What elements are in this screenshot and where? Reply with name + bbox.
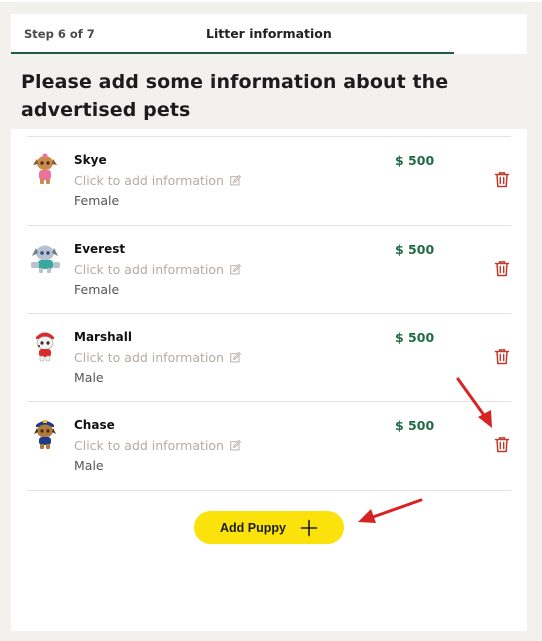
- tab-litter-information[interactable]: Litter information: [206, 26, 332, 41]
- pet-name: Chase: [74, 418, 115, 432]
- window-top-edge: [0, 0, 542, 2]
- wizard-tab-bar: Step 6 of 7 Litter information: [11, 14, 527, 54]
- pet-name: Marshall: [74, 330, 132, 344]
- edit-icon[interactable]: [230, 175, 241, 186]
- list-divider: [27, 490, 511, 491]
- annotation-arrow-to-add-puppy: [358, 498, 423, 523]
- add-puppy-label: Add Puppy: [220, 520, 286, 535]
- add-information-link[interactable]: Click to add information: [74, 262, 241, 277]
- add-information-link[interactable]: Click to add information: [74, 350, 241, 365]
- add-puppy-button[interactable]: Add Puppy: [194, 511, 344, 544]
- delete-trash-icon[interactable]: [494, 436, 510, 453]
- delete-trash-icon[interactable]: [494, 348, 510, 365]
- pet-price: $ 500: [395, 242, 435, 257]
- pet-gender: Female: [74, 193, 120, 208]
- delete-trash-icon[interactable]: [494, 171, 510, 188]
- edit-icon[interactable]: [230, 440, 241, 451]
- everest-avatar-icon: [31, 245, 60, 273]
- info-placeholder: Click to add information: [74, 350, 224, 365]
- add-information-link[interactable]: Click to add information: [74, 173, 241, 188]
- marshall-avatar-icon: [36, 332, 54, 362]
- edit-icon[interactable]: [230, 352, 241, 363]
- info-placeholder: Click to add information: [74, 173, 224, 188]
- pet-gender: Male: [74, 458, 104, 473]
- pet-name: Skye: [74, 153, 107, 167]
- pet-price: $ 500: [395, 153, 435, 168]
- add-information-link[interactable]: Click to add information: [74, 438, 241, 453]
- pet-price: $ 500: [395, 330, 435, 345]
- pet-row-marshall: Marshall Click to add information Male $…: [27, 313, 511, 402]
- info-placeholder: Click to add information: [74, 262, 224, 277]
- info-placeholder: Click to add information: [74, 438, 224, 453]
- page-title: Please add some information about the ad…: [21, 71, 449, 121]
- progress-underline: [11, 52, 454, 54]
- plus-icon: [300, 519, 318, 536]
- pet-price: $ 500: [395, 418, 435, 433]
- pet-row-everest: Everest Click to add information Female …: [27, 225, 511, 314]
- chase-avatar-icon: [34, 420, 56, 449]
- step-indicator: Step 6 of 7: [24, 27, 95, 41]
- pets-card: Skye Click to add information Female $ 5…: [11, 129, 527, 631]
- edit-icon[interactable]: [230, 264, 241, 275]
- annotation-arrow-to-delete: [456, 377, 492, 428]
- pet-gender: Male: [74, 370, 104, 385]
- skye-avatar-icon: [33, 153, 57, 184]
- pet-name: Everest: [74, 242, 126, 256]
- pet-row-skye: Skye Click to add information Female $ 5…: [27, 136, 511, 225]
- pet-gender: Female: [74, 282, 120, 297]
- delete-trash-icon[interactable]: [494, 260, 510, 277]
- pet-row-chase: Chase Click to add information Male $ 50…: [27, 401, 511, 490]
